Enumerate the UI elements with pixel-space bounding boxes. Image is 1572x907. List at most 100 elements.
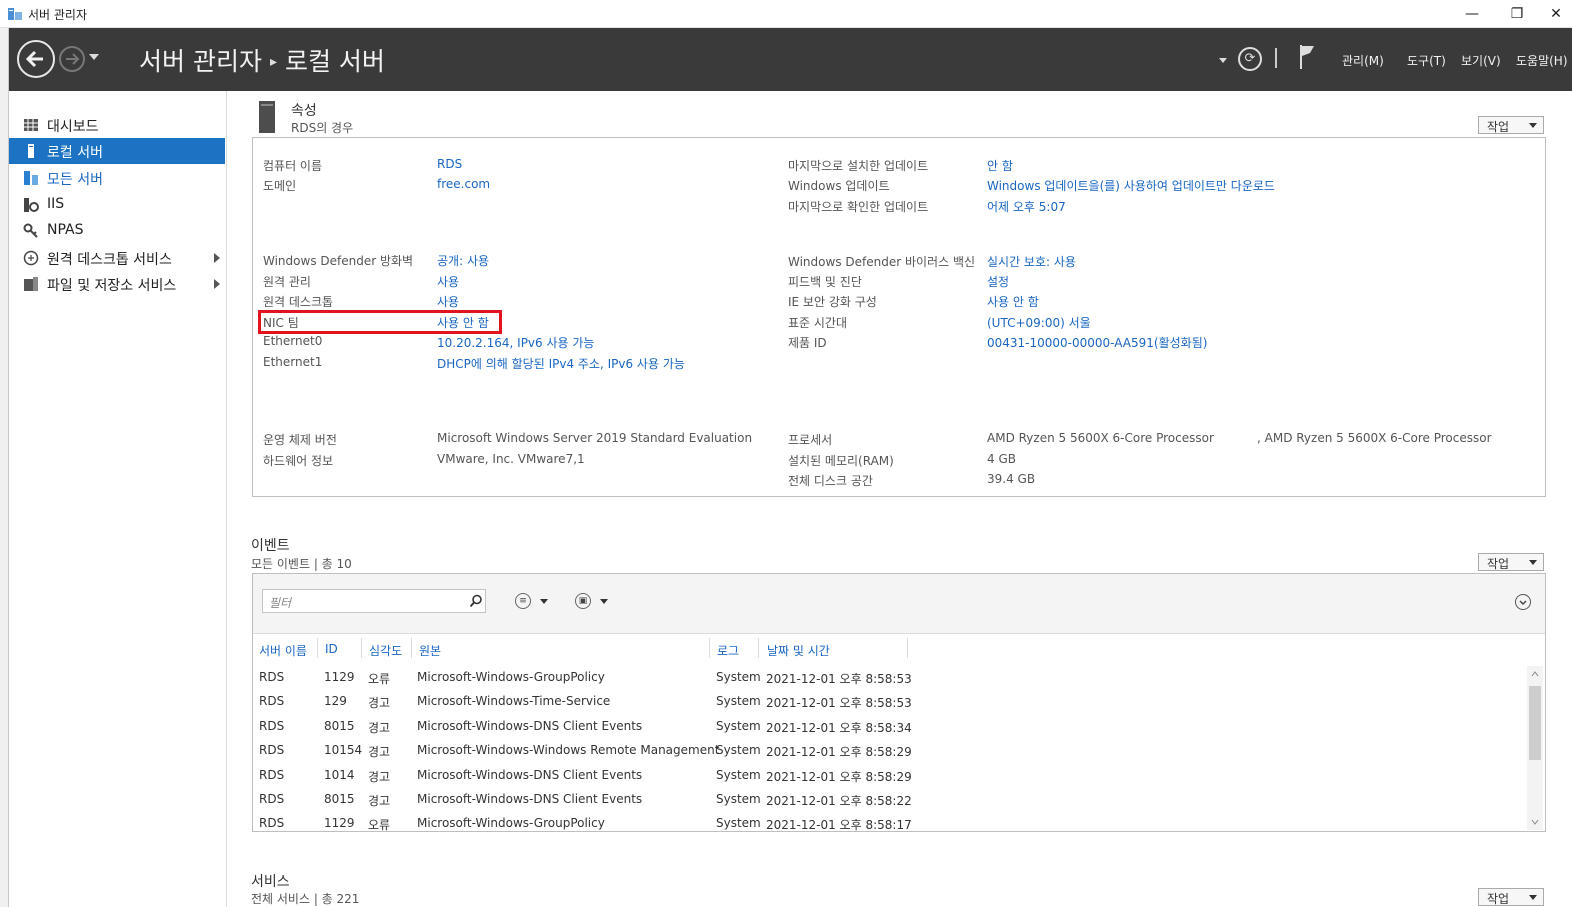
refresh-icon[interactable]: ⟳ <box>1238 47 1262 71</box>
prop-value-windows-update[interactable]: Windows 업데이트을(를) 사용하여 업데이트만 다운로드 <box>987 177 1275 194</box>
prop-value-antivirus[interactable]: 실시간 보호: 사용 <box>987 253 1076 270</box>
breadcrumb-current: 로컬 서버 <box>284 47 385 76</box>
prop-value-domain[interactable]: free.com <box>437 177 490 191</box>
menu-help[interactable]: 도움말(H) <box>1516 52 1568 69</box>
tasks-label: 작업 <box>1487 557 1510 571</box>
scroll-down-icon[interactable] <box>1531 818 1539 826</box>
sidebar-item-file-storage-services[interactable]: 파일 및 저장소 서비스 <box>9 271 225 297</box>
chevron-right-icon[interactable] <box>214 279 220 289</box>
prop-value-ethernet0[interactable]: 10.20.2.164, IPv6 사용 가능 <box>437 334 594 351</box>
menu-manage[interactable]: 관리(M) <box>1342 52 1384 69</box>
back-button[interactable] <box>17 40 55 78</box>
expand-panel-icon[interactable] <box>1515 594 1531 610</box>
restore-icon[interactable]: ❐ <box>1497 2 1537 26</box>
table-row[interactable]: RDS 10154 경고 Microsoft-Windows-Windows R… <box>253 739 1525 763</box>
cell-server: RDS <box>259 816 285 830</box>
prop-value-computer-name[interactable]: RDS <box>437 157 462 171</box>
cell-date-time: 2021-12-01 오후 8:58:53 <box>766 696 912 710</box>
table-row[interactable]: RDS 8015 경고 Microsoft-Windows-DNS Client… <box>253 788 1525 812</box>
server-icon <box>28 144 34 158</box>
properties-tasks-button[interactable]: 작업 <box>1478 116 1544 134</box>
prop-value-feedback[interactable]: 설정 <box>987 273 1009 290</box>
sidebar-item-label: NPAS <box>47 222 84 238</box>
refresh-dropdown-icon[interactable] <box>1219 58 1227 63</box>
prop-value-remote-management[interactable]: 사용 <box>437 273 459 290</box>
sidebar-item-all-servers[interactable]: 모든 서버 <box>9 165 225 191</box>
cell-source: Microsoft-Windows-DNS Client Events <box>417 768 643 782</box>
column-header-date-time[interactable]: 날짜 및 시간 <box>767 642 830 659</box>
table-row[interactable]: RDS 1129 오류 Microsoft-Windows-GroupPolic… <box>253 812 1525 831</box>
chevron-right-icon[interactable] <box>214 253 220 263</box>
prop-value-remote-desktop[interactable]: 사용 <box>437 293 459 310</box>
history-dropdown-icon[interactable] <box>89 54 99 60</box>
sidebar-item-local-server[interactable]: 로컬 서버 <box>9 138 225 164</box>
cell-severity: 경고 <box>368 794 391 808</box>
table-row[interactable]: RDS 1014 경고 Microsoft-Windows-DNS Client… <box>253 764 1525 788</box>
services-tasks-button[interactable]: 작업 <box>1478 888 1544 906</box>
events-filter-input[interactable]: 필터 <box>262 589 486 613</box>
cell-log: System <box>716 743 761 757</box>
nic-teaming-highlight-box <box>258 310 502 334</box>
chevron-down-icon <box>1529 560 1537 565</box>
prop-value-last-checked-update[interactable]: 어제 오후 5:07 <box>987 198 1066 215</box>
column-header-source[interactable]: 원본 <box>419 642 441 659</box>
list-options-dropdown-icon[interactable] <box>540 599 548 604</box>
column-header-id[interactable]: ID <box>325 642 338 656</box>
prop-value-ethernet1[interactable]: DHCP에 의해 할당된 IPv4 주소, IPv6 사용 가능 <box>437 355 685 372</box>
prop-value-processor: AMD Ryzen 5 5600X 6-Core Processor <box>987 431 1214 445</box>
prop-label-domain: 도메인 <box>263 179 297 193</box>
cell-id: 10154 <box>324 743 363 757</box>
cell-date-time: 2021-12-01 오후 8:58:34 <box>766 721 912 735</box>
sidebar-item-iis[interactable]: IIS <box>9 192 225 218</box>
cell-server: RDS <box>259 719 285 733</box>
window-left-edge <box>0 28 9 907</box>
prop-label-product-id: 제품 ID <box>788 336 827 350</box>
prop-label-computer-name: 컴퓨터 이름 <box>263 159 323 173</box>
cell-log: System <box>716 768 761 782</box>
column-header-server-name[interactable]: 서버 이름 <box>259 642 307 659</box>
remote-desktop-icon <box>23 250 39 266</box>
properties-panel: 컴퓨터 이름 RDS 도메인 free.com Windows Defender… <box>252 137 1546 497</box>
chevron-down-icon <box>1529 895 1537 900</box>
menu-tools[interactable]: 도구(T) <box>1407 52 1446 69</box>
list-options-icon[interactable]: ≡ <box>515 593 531 609</box>
column-header-severity[interactable]: 심각도 <box>369 642 402 659</box>
prop-label-ethernet1: Ethernet1 <box>263 355 323 369</box>
prop-value-ie-esc[interactable]: 사용 안 함 <box>987 293 1039 310</box>
cell-log: System <box>716 670 761 684</box>
sidebar-item-dashboard[interactable]: 대시보드 <box>9 112 225 138</box>
prop-label-feedback: 피드백 및 진단 <box>788 275 862 289</box>
events-tasks-button[interactable]: 작업 <box>1478 553 1544 571</box>
scroll-up-icon[interactable] <box>1531 670 1539 678</box>
table-row[interactable]: RDS 1129 오류 Microsoft-Windows-GroupPolic… <box>253 666 1525 690</box>
properties-title: 속성 <box>291 103 317 119</box>
save-query-dropdown-icon[interactable] <box>600 599 608 604</box>
cell-source: Microsoft-Windows-DNS Client Events <box>417 719 643 733</box>
prop-value-firewall[interactable]: 공개: 사용 <box>437 252 489 269</box>
breadcrumb-root[interactable]: 서버 관리자 <box>139 47 262 76</box>
sidebar-item-remote-desktop-services[interactable]: 원격 데스크톱 서비스 <box>9 245 225 271</box>
search-icon[interactable] <box>469 594 483 608</box>
sidebar-item-label: IIS <box>47 196 65 212</box>
table-row[interactable]: RDS 129 경고 Microsoft-Windows-Time-Servic… <box>253 690 1525 714</box>
save-query-icon[interactable]: ▣ <box>575 593 591 609</box>
prop-value-time-zone[interactable]: (UTC+09:00) 서울 <box>987 314 1091 331</box>
events-panel: 필터 ≡ ▣ 서버 이름 ID 심각도 원본 로그 날짜 및 시간 RDS 11… <box>252 573 1546 832</box>
scrollbar-thumb[interactable] <box>1529 686 1541 760</box>
sidebar-item-npas[interactable]: NPAS <box>9 218 225 244</box>
table-row[interactable]: RDS 8015 경고 Microsoft-Windows-DNS Client… <box>253 715 1525 739</box>
cell-source: Microsoft-Windows-GroupPolicy <box>417 816 605 830</box>
menu-view[interactable]: 보기(V) <box>1461 52 1501 69</box>
notification-flag-icon[interactable] <box>1299 44 1315 70</box>
sidebar-item-label: 모든 서버 <box>47 172 103 188</box>
cell-log: System <box>716 792 761 806</box>
forward-button[interactable] <box>59 46 85 72</box>
close-icon[interactable]: ✕ <box>1536 2 1572 26</box>
prop-value-product-id[interactable]: 00431-10000-00000-AA591(활성화됨) <box>987 334 1207 351</box>
prop-label-antivirus: Windows Defender 바이러스 백신 <box>788 255 976 269</box>
prop-value-last-installed-update[interactable]: 안 함 <box>987 157 1013 174</box>
minimize-icon[interactable]: — <box>1452 2 1492 26</box>
column-header-log[interactable]: 로그 <box>717 642 739 659</box>
events-scrollbar[interactable] <box>1527 666 1543 830</box>
window-titlebar: 서버 관리자 — ❐ ✕ <box>0 0 1572 28</box>
